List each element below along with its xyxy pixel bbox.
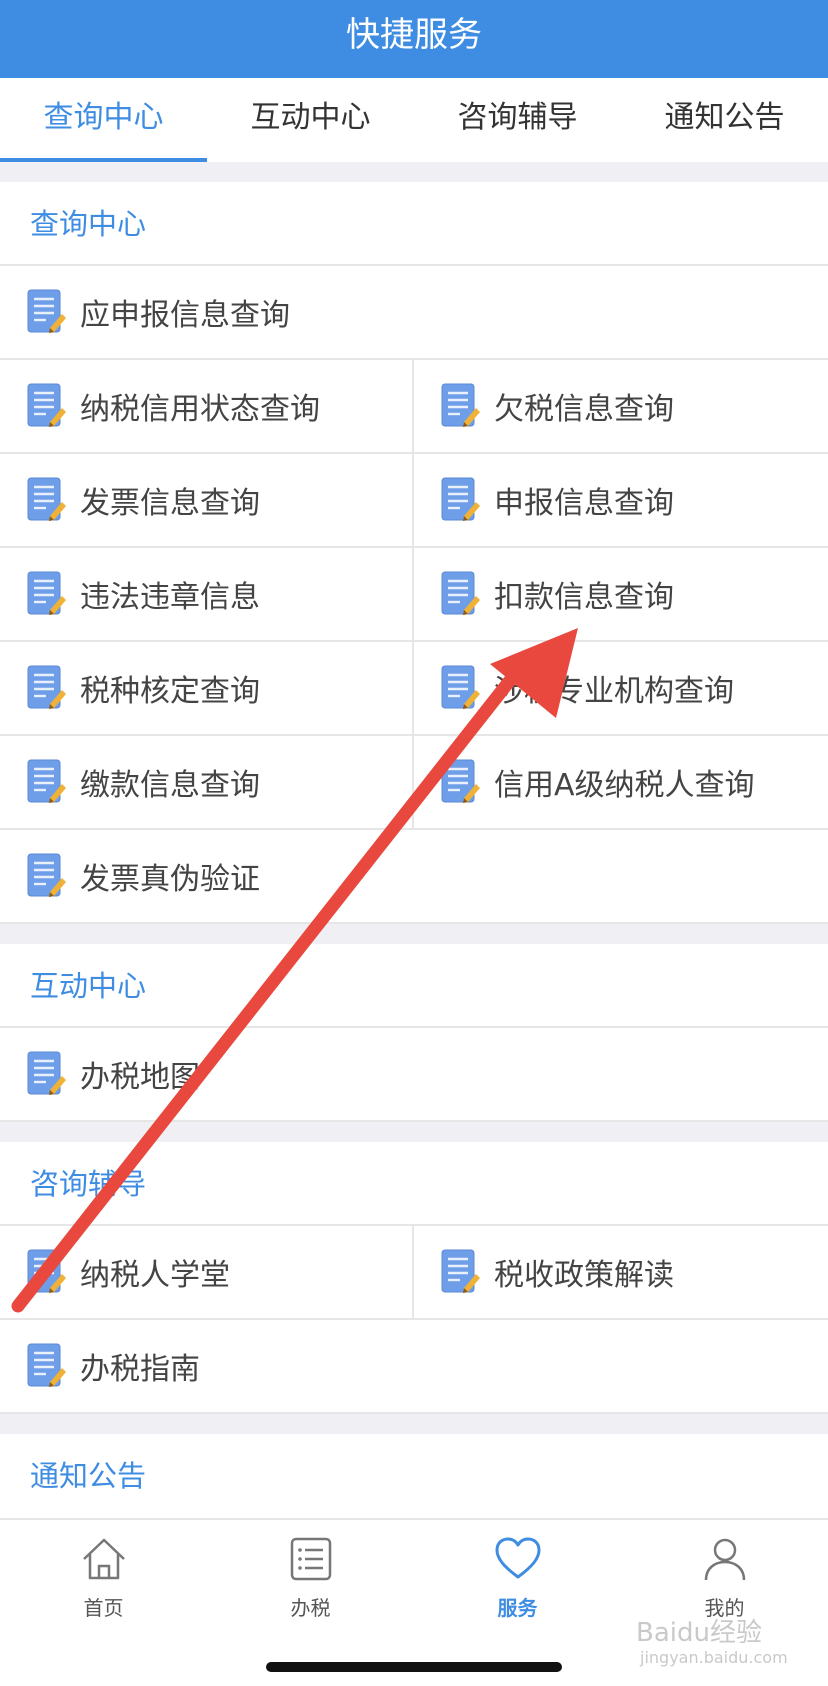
document-edit-icon — [440, 570, 480, 618]
section-title: 咨询辅导 — [0, 1142, 828, 1226]
service-item-label: 办税地图 — [80, 1060, 200, 1095]
service-item[interactable]: 发票信息查询 — [0, 454, 414, 548]
document-edit-icon — [440, 1248, 480, 1296]
service-item-label: 应申报信息查询 — [80, 298, 290, 333]
service-item-label: 欠税信息查询 — [494, 392, 674, 427]
service-item[interactable]: 办税地图 — [0, 1028, 828, 1122]
document-edit-icon — [440, 476, 480, 524]
tab-query-center[interactable]: 查询中心 — [0, 78, 207, 162]
service-item-label: 税种核定查询 — [80, 674, 260, 709]
service-item-label: 纳税人学堂 — [80, 1258, 230, 1293]
nav-home[interactable]: 首页 — [0, 1520, 207, 1630]
document-edit-icon — [26, 1248, 66, 1296]
service-item[interactable]: 办税指南 — [0, 1320, 828, 1414]
list-icon — [290, 1537, 331, 1581]
service-item[interactable]: 欠税信息查询 — [414, 360, 828, 454]
section-query-center: 查询中心 应申报信息查询 纳税信用状态查询 欠税信息查询 发票信息查询 申报信息… — [0, 182, 828, 924]
section-title: 通知公告 — [30, 1459, 147, 1493]
document-edit-icon — [26, 570, 66, 618]
nav-service[interactable]: 服务 — [414, 1520, 621, 1630]
service-item[interactable]: 税收政策解读 — [414, 1226, 828, 1320]
service-item[interactable]: 信用A级纳税人查询 — [414, 736, 828, 830]
document-edit-icon — [26, 852, 66, 900]
service-item-label: 申报信息查询 — [494, 486, 674, 521]
service-item[interactable]: 纳税信用状态查询 — [0, 360, 414, 454]
service-item[interactable]: 违法违章信息 — [0, 548, 414, 642]
heart-icon — [495, 1537, 540, 1579]
document-edit-icon — [26, 288, 66, 336]
tab-notice[interactable]: 通知公告 — [621, 78, 828, 162]
service-item[interactable]: 税种核定查询 — [0, 642, 414, 736]
document-edit-icon — [26, 1050, 66, 1098]
document-edit-icon — [26, 476, 66, 524]
service-item-label: 信用A级纳税人查询 — [494, 768, 755, 803]
document-edit-icon — [440, 758, 480, 806]
service-item-label: 发票信息查询 — [80, 486, 260, 521]
nav-label: 首页 — [83, 1596, 124, 1620]
service-item[interactable]: 扣款信息查询 — [414, 548, 828, 642]
service-item-label: 违法违章信息 — [80, 580, 260, 615]
page-title: 快捷服务 — [346, 15, 482, 55]
nav-tax[interactable]: 办税 — [207, 1520, 414, 1630]
section-title: 查询中心 — [0, 182, 828, 266]
user-icon — [704, 1538, 745, 1581]
document-edit-icon — [26, 382, 66, 430]
app-header: 快捷服务 — [0, 0, 828, 78]
section-consult: 咨询辅导 纳税人学堂 税收政策解读 办税指南 — [0, 1142, 828, 1414]
service-item[interactable]: 申报信息查询 — [414, 454, 828, 548]
tab-interact-center[interactable]: 互动中心 — [207, 78, 414, 162]
document-edit-icon — [440, 664, 480, 712]
home-icon — [82, 1538, 125, 1580]
document-edit-icon — [440, 382, 480, 430]
document-edit-icon — [26, 664, 66, 712]
service-item[interactable]: 涉税专业机构查询 — [414, 642, 828, 736]
watermark-url: jingyan.baidu.com — [640, 1648, 788, 1667]
tab-consult[interactable]: 咨询辅导 — [414, 78, 621, 162]
service-item[interactable]: 纳税人学堂 — [0, 1226, 414, 1320]
service-item-label: 缴款信息查询 — [80, 768, 260, 803]
document-edit-icon — [26, 1342, 66, 1390]
service-item-label: 发票真伪验证 — [80, 862, 260, 897]
watermark: Baidu经验 — [636, 1618, 762, 1648]
tab-bar: 查询中心 互动中心 咨询辅导 通知公告 — [0, 78, 828, 162]
service-item-label: 办税指南 — [80, 1352, 200, 1387]
section-title: 互动中心 — [0, 944, 828, 1028]
service-item-label: 扣款信息查询 — [494, 580, 674, 615]
service-item[interactable]: 发票真伪验证 — [0, 830, 828, 924]
section-notice: 通知公告 — [0, 1434, 828, 1518]
nav-label: 服务 — [497, 1596, 538, 1620]
document-edit-icon — [26, 758, 66, 806]
section-interact-center: 互动中心 办税地图 — [0, 944, 828, 1122]
service-item[interactable]: 缴款信息查询 — [0, 736, 414, 830]
service-item-label: 税收政策解读 — [494, 1258, 674, 1293]
home-indicator — [266, 1662, 562, 1672]
service-item-label: 涉税专业机构查询 — [494, 674, 734, 709]
service-item[interactable]: 应申报信息查询 — [0, 266, 828, 360]
nav-label: 办税 — [290, 1596, 331, 1620]
service-item-label: 纳税信用状态查询 — [80, 392, 320, 427]
